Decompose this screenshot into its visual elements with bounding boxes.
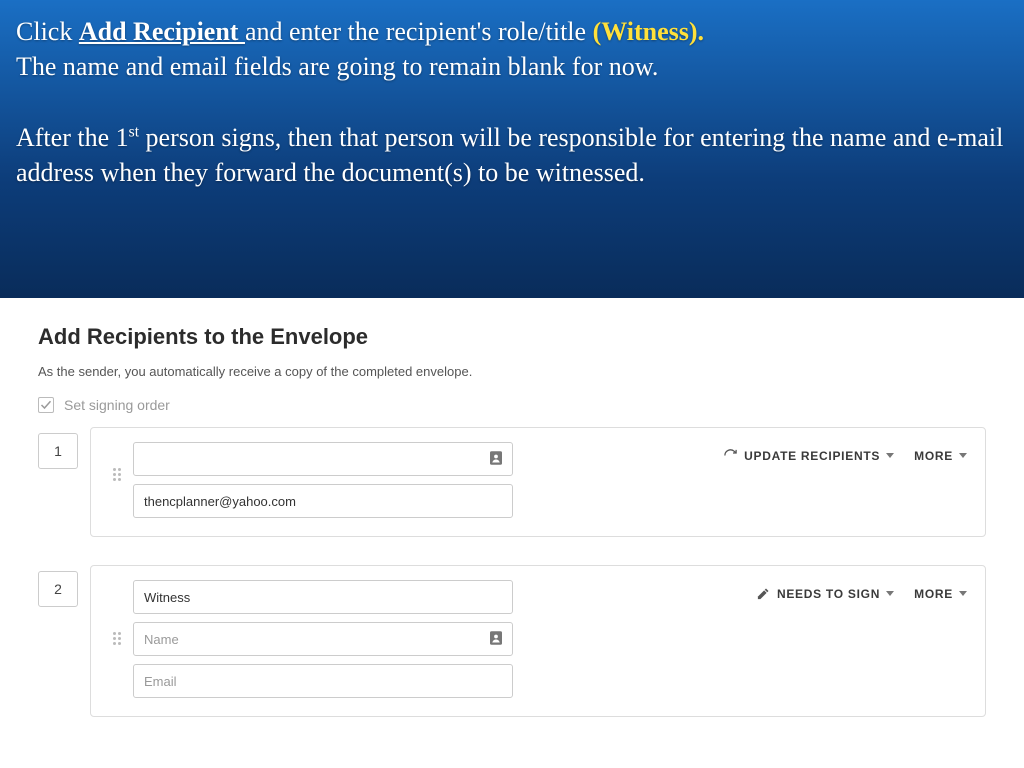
name-field-wrap	[133, 442, 513, 476]
role-input[interactable]	[133, 580, 513, 614]
name-input[interactable]	[133, 622, 513, 656]
recipient-card: UPDATE RECIPIENTS MORE	[90, 427, 986, 537]
drag-icon	[113, 468, 121, 481]
p2-sup: st	[129, 124, 139, 141]
instruction-slide: Click Add Recipient and enter the recipi…	[0, 0, 1024, 298]
order-number-input[interactable]: 2	[38, 571, 78, 607]
role-field-wrap	[133, 580, 513, 614]
drag-handle[interactable]	[109, 442, 125, 481]
recipient-row: 1 UPDATE RECIPIENTS	[38, 427, 986, 537]
drag-handle[interactable]	[109, 580, 125, 645]
witness-highlight: (Witness).	[593, 17, 704, 46]
p2-a: After the 1	[16, 123, 129, 152]
refresh-icon	[723, 448, 738, 463]
email-field-wrap	[133, 484, 513, 518]
chevron-down-icon	[886, 591, 894, 596]
needs-to-sign-button[interactable]: NEEDS TO SIGN	[756, 586, 894, 601]
action-label: UPDATE RECIPIENTS	[744, 449, 880, 463]
signing-order-toggle[interactable]: Set signing order	[38, 397, 986, 413]
pen-icon	[756, 586, 771, 601]
chevron-down-icon	[886, 453, 894, 458]
email-input[interactable]	[133, 484, 513, 518]
chevron-down-icon	[959, 453, 967, 458]
add-recipient-link-text: Add Recipient	[79, 17, 245, 46]
more-button[interactable]: MORE	[914, 587, 967, 601]
panel-title: Add Recipients to the Envelope	[38, 324, 986, 350]
drag-icon	[113, 632, 121, 645]
instruction-paragraph-2: After the 1st person signs, then that pe…	[16, 120, 1008, 190]
name-field-wrap	[133, 622, 513, 656]
chevron-down-icon	[959, 591, 967, 596]
text-click: Click	[16, 17, 79, 46]
more-label: MORE	[914, 449, 953, 463]
signing-order-label: Set signing order	[64, 397, 170, 413]
panel-subtitle: As the sender, you automatically receive…	[38, 364, 986, 379]
recipient-actions: NEEDS TO SIGN MORE	[756, 580, 967, 601]
name-input[interactable]	[133, 442, 513, 476]
email-input[interactable]	[133, 664, 513, 698]
text-rest: and enter the recipient's role/title	[245, 17, 593, 46]
recipient-fields	[133, 442, 513, 518]
email-field-wrap	[133, 664, 513, 698]
recipient-card: NEEDS TO SIGN MORE	[90, 565, 986, 717]
update-recipients-button[interactable]: UPDATE RECIPIENTS	[723, 448, 894, 463]
instruction-line-2: The name and email fields are going to r…	[16, 49, 1008, 84]
contact-book-icon[interactable]	[487, 449, 505, 467]
recipient-fields	[133, 580, 513, 698]
more-button[interactable]: MORE	[914, 449, 967, 463]
more-label: MORE	[914, 587, 953, 601]
p2-b: person signs, then that person will be r…	[16, 123, 1003, 187]
recipient-actions: UPDATE RECIPIENTS MORE	[723, 442, 967, 463]
action-label: NEEDS TO SIGN	[777, 587, 880, 601]
contact-book-icon[interactable]	[487, 629, 505, 647]
recipients-panel: Add Recipients to the Envelope As the se…	[0, 298, 1024, 768]
recipient-row: 2 NEEDS TO SIGN	[38, 565, 986, 717]
order-number-input[interactable]: 1	[38, 433, 78, 469]
checkbox-icon	[38, 397, 54, 413]
instruction-line-1: Click Add Recipient and enter the recipi…	[16, 14, 1008, 49]
